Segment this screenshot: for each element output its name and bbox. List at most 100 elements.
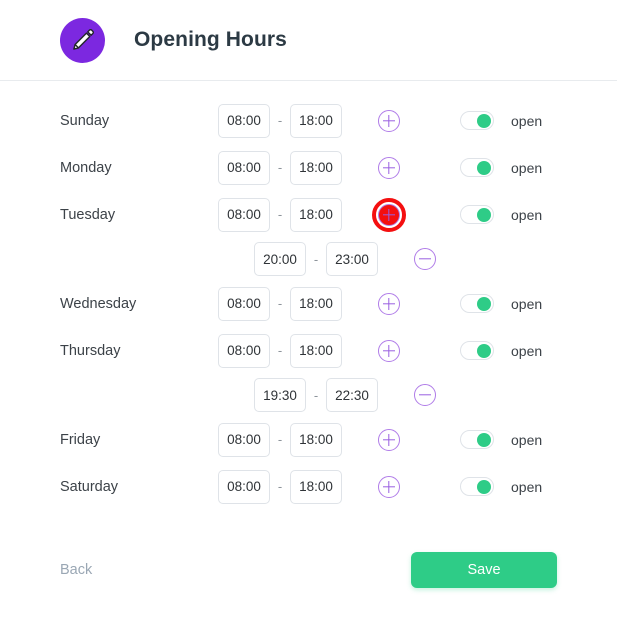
add-time-range-icon[interactable] bbox=[378, 292, 400, 315]
day-block: Saturday - open bbox=[0, 463, 617, 510]
time-from-input[interactable] bbox=[218, 469, 270, 504]
time-from-input[interactable] bbox=[218, 150, 270, 185]
open-toggle-label: open bbox=[511, 431, 543, 448]
time-to-input[interactable] bbox=[290, 103, 342, 138]
day-row: Monday - open bbox=[0, 144, 617, 191]
add-time-range-icon[interactable] bbox=[372, 197, 406, 232]
page-title: Opening Hours bbox=[134, 28, 287, 51]
page-header: Opening Hours bbox=[0, 0, 617, 81]
remove-time-range-icon[interactable] bbox=[414, 248, 436, 270]
time-to-input[interactable] bbox=[290, 197, 342, 232]
time-range-separator: - bbox=[277, 343, 283, 358]
day-row: Sunday - open bbox=[0, 97, 617, 144]
open-state-control: open bbox=[460, 477, 542, 496]
day-block: Tuesday - open - bbox=[0, 191, 617, 280]
open-state-control: open bbox=[460, 205, 542, 224]
open-state-control: open bbox=[460, 294, 542, 313]
open-state-control: open bbox=[460, 111, 542, 130]
day-block: Wednesday - open bbox=[0, 280, 617, 327]
time-range: - bbox=[218, 286, 366, 321]
open-toggle[interactable] bbox=[460, 294, 494, 313]
time-from-input[interactable] bbox=[254, 378, 306, 412]
opening-hours-list: Sunday-openMonday-openTuesday-open-Wedne… bbox=[0, 81, 617, 510]
day-block: Monday - open bbox=[0, 144, 617, 191]
time-range: - bbox=[218, 422, 366, 457]
day-block: Thursday - open - bbox=[0, 327, 617, 416]
time-to-input[interactable] bbox=[290, 150, 342, 185]
back-link[interactable]: Back bbox=[60, 562, 92, 578]
footer-actions: Back Save bbox=[0, 540, 617, 600]
toggle-knob bbox=[477, 296, 491, 311]
time-range-separator: - bbox=[277, 479, 283, 494]
day-label: Friday bbox=[60, 431, 101, 448]
time-range-separator: - bbox=[277, 296, 283, 311]
toggle-knob bbox=[477, 113, 491, 128]
time-from-input[interactable] bbox=[218, 333, 270, 368]
time-range: - bbox=[218, 103, 366, 138]
add-time-range-icon[interactable] bbox=[378, 109, 400, 132]
open-toggle[interactable] bbox=[460, 430, 494, 449]
toggle-knob bbox=[477, 343, 491, 358]
add-time-range-icon[interactable] bbox=[378, 156, 400, 179]
toggle-knob bbox=[477, 432, 491, 447]
day-label: Sunday bbox=[60, 112, 110, 129]
day-label: Tuesday bbox=[60, 206, 116, 223]
time-to-input[interactable] bbox=[326, 378, 378, 412]
day-row: Wednesday - open bbox=[0, 280, 617, 327]
open-state-control: open bbox=[460, 430, 542, 449]
day-extra-row: - bbox=[0, 374, 617, 416]
day-block: Sunday - open bbox=[0, 97, 617, 144]
open-toggle[interactable] bbox=[460, 205, 494, 224]
add-time-range-icon[interactable] bbox=[378, 428, 400, 451]
time-to-input[interactable] bbox=[290, 286, 342, 321]
open-state-control: open bbox=[460, 158, 542, 177]
add-time-range-icon[interactable] bbox=[378, 339, 400, 362]
day-label: Saturday bbox=[60, 478, 119, 495]
time-range: - bbox=[254, 378, 402, 412]
day-row: Friday - open bbox=[0, 416, 617, 463]
avatar bbox=[60, 17, 105, 63]
open-toggle-label: open bbox=[511, 206, 543, 223]
time-range: - bbox=[218, 197, 366, 232]
remove-time-range-icon[interactable] bbox=[414, 384, 436, 406]
time-from-input[interactable] bbox=[218, 197, 270, 232]
open-toggle[interactable] bbox=[460, 158, 494, 177]
day-row: Tuesday - open bbox=[0, 191, 617, 238]
time-from-input[interactable] bbox=[218, 103, 270, 138]
day-label: Monday bbox=[60, 159, 112, 176]
toggle-knob bbox=[477, 479, 491, 494]
time-range: - bbox=[218, 333, 366, 368]
open-toggle-label: open bbox=[511, 112, 543, 129]
day-row: Thursday - open bbox=[0, 327, 617, 374]
time-range-separator: - bbox=[277, 432, 283, 447]
time-from-input[interactable] bbox=[218, 422, 270, 457]
time-to-input[interactable] bbox=[290, 422, 342, 457]
time-to-input[interactable] bbox=[290, 469, 342, 504]
time-range-separator: - bbox=[313, 251, 319, 267]
day-label: Thursday bbox=[60, 342, 121, 359]
open-state-control: open bbox=[460, 341, 542, 360]
add-time-range-icon[interactable] bbox=[378, 475, 400, 498]
time-from-input[interactable] bbox=[254, 242, 306, 276]
day-extra-row: - bbox=[0, 238, 617, 280]
time-range-separator: - bbox=[277, 160, 283, 175]
open-toggle-label: open bbox=[511, 342, 543, 359]
save-button[interactable]: Save bbox=[411, 552, 557, 588]
open-toggle[interactable] bbox=[460, 111, 494, 130]
open-toggle-label: open bbox=[511, 295, 543, 312]
time-to-input[interactable] bbox=[326, 242, 378, 276]
open-toggle-label: open bbox=[511, 478, 543, 495]
open-toggle[interactable] bbox=[460, 477, 494, 496]
toggle-knob bbox=[477, 207, 491, 222]
day-block: Friday - open bbox=[0, 416, 617, 463]
day-row: Saturday - open bbox=[0, 463, 617, 510]
open-toggle[interactable] bbox=[460, 341, 494, 360]
time-range-separator: - bbox=[277, 113, 283, 128]
time-range: - bbox=[218, 469, 366, 504]
time-range: - bbox=[218, 150, 366, 185]
time-from-input[interactable] bbox=[218, 286, 270, 321]
time-range-separator: - bbox=[313, 387, 319, 403]
time-to-input[interactable] bbox=[290, 333, 342, 368]
time-range-separator: - bbox=[277, 207, 283, 222]
open-toggle-label: open bbox=[511, 159, 543, 176]
